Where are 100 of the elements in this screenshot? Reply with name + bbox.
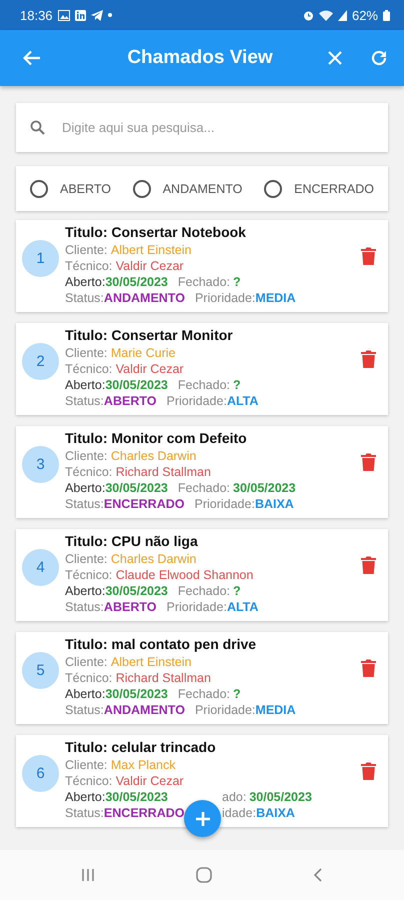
ticket-title: Titulo: celular trincado xyxy=(65,739,217,756)
trash-icon xyxy=(361,453,376,471)
radio-button[interactable] xyxy=(264,180,282,198)
close-date: ? xyxy=(233,274,241,290)
open-date: 30/05/2023 xyxy=(105,274,168,290)
field-label: Fechado: xyxy=(178,274,230,290)
client-name: Marie Curie xyxy=(110,345,176,361)
signal-icon xyxy=(338,10,347,20)
priority-value: ALTA xyxy=(226,393,258,409)
search-field[interactable]: Digite aqui sua pesquisa... xyxy=(16,103,388,152)
clock-time: 18:36 xyxy=(20,8,53,22)
close-date: 30/05/2023 xyxy=(233,480,296,496)
search-input[interactable]: Digite aqui sua pesquisa... xyxy=(60,119,374,136)
field-label: Fechado: xyxy=(178,377,230,393)
client-name: Charles Darwin xyxy=(110,448,196,464)
close-date: ? xyxy=(233,583,241,599)
open-date: 30/05/2023 xyxy=(105,583,168,599)
radio-option[interactable]: ENCERRADO xyxy=(264,180,374,198)
field-label: Cliente: xyxy=(65,448,108,464)
priority-value: MEDIA xyxy=(255,702,296,718)
open-date: 30/05/2023 xyxy=(105,377,168,393)
open-date: 30/05/2023 xyxy=(105,480,168,496)
delete-button[interactable] xyxy=(361,247,376,265)
delete-button[interactable] xyxy=(361,556,376,574)
plus-icon xyxy=(194,810,212,828)
refresh-icon xyxy=(370,49,388,67)
technician-name: Claude Elwood Shannon xyxy=(116,567,254,583)
screen-title: Chamados View xyxy=(126,47,274,69)
status-value: ABERTO xyxy=(104,599,156,615)
field-label: Cliente: xyxy=(65,654,108,670)
number-badge: 4 xyxy=(22,549,59,586)
alarm-icon xyxy=(302,10,314,20)
delete-button[interactable] xyxy=(361,762,376,780)
ticket-title: Titulo: Consertar Notebook xyxy=(65,224,247,241)
field-label: Aberto: xyxy=(65,583,106,599)
field-label: Técnico: xyxy=(65,670,112,686)
technician-name: Richard Stallman xyxy=(116,464,211,480)
technician-name: Richard Stallman xyxy=(116,670,211,686)
status-value: ENCERRADO xyxy=(104,496,184,512)
delete-button[interactable] xyxy=(361,350,376,368)
priority-value: BAIXA xyxy=(256,805,295,821)
field-label: Cliente: xyxy=(65,345,108,361)
field-label: Técnico: xyxy=(65,567,112,583)
status-value: ANDAMENTO xyxy=(104,290,185,306)
field-label: Técnico: xyxy=(65,361,112,377)
open-date: 30/05/2023 xyxy=(105,686,168,702)
technician-name: Valdir Cezar xyxy=(116,258,184,274)
close-date: ? xyxy=(233,377,241,393)
client-name: Charles Darwin xyxy=(110,551,196,567)
field-label: Fechado: xyxy=(178,480,230,496)
field-label: Prioridade: xyxy=(194,290,256,306)
field-label: Cliente: xyxy=(65,242,108,258)
number-badge: 6 xyxy=(22,755,59,792)
three-lines-icon xyxy=(80,867,96,883)
ticket-title: Titulo: Monitor com Defeito xyxy=(65,430,248,447)
field-label: Aberto: xyxy=(65,480,106,496)
client-name: Max Planck xyxy=(110,757,176,773)
priority-value: BAIXA xyxy=(254,496,294,512)
back-arrow-icon xyxy=(22,48,42,68)
radio-button[interactable] xyxy=(30,180,48,198)
number-badge: 5 xyxy=(22,652,59,689)
field-label: Status: xyxy=(65,290,104,306)
field-label: Aberto: xyxy=(65,274,106,290)
status-value: ANDAMENTO xyxy=(104,702,185,718)
trash-icon xyxy=(361,659,376,677)
trash-icon xyxy=(361,247,376,265)
delete-button[interactable] xyxy=(361,659,376,677)
field-label: Status: xyxy=(65,599,104,615)
status-value: ABERTO xyxy=(104,393,156,409)
radio-option[interactable]: ABERTO xyxy=(30,180,111,198)
open-date: 30/05/2023 xyxy=(105,789,168,805)
radio-option[interactable]: ANDAMENTO xyxy=(132,180,242,198)
field-label: Prioridade: xyxy=(194,496,255,512)
field-label: Prioridade: xyxy=(194,702,256,718)
radio-button[interactable] xyxy=(132,180,151,198)
number-badge: 2 xyxy=(22,343,59,380)
field-label: Status: xyxy=(65,702,104,718)
wifi-icon xyxy=(318,10,333,20)
priority-value: ALTA xyxy=(226,599,258,615)
field-label: Status: xyxy=(65,393,104,409)
rounded-square-icon xyxy=(194,866,213,884)
field-label: Fechado: xyxy=(178,583,230,599)
number-badge: 3 xyxy=(22,446,59,483)
ticket-title: Titulo: CPU não liga xyxy=(65,533,199,550)
trash-icon xyxy=(361,350,376,368)
technician-name: Valdir Cezar xyxy=(116,361,184,377)
field-label: Status: xyxy=(65,805,104,821)
battery-level: 62% xyxy=(352,8,378,22)
client-name: Albert Einstein xyxy=(110,654,192,670)
close-icon xyxy=(326,49,344,67)
delete-button[interactable] xyxy=(361,453,376,471)
field-label: Fechado: xyxy=(178,686,230,702)
trash-icon xyxy=(361,556,376,574)
field-label: ado: xyxy=(222,789,246,805)
paper-plane-icon xyxy=(90,10,103,20)
client-name: Albert Einstein xyxy=(110,242,192,258)
field-label: Cliente: xyxy=(65,757,108,773)
field-label: Prioridade: xyxy=(166,599,227,615)
technician-name: Valdir Cezar xyxy=(116,773,184,789)
dot-icon xyxy=(108,13,112,17)
